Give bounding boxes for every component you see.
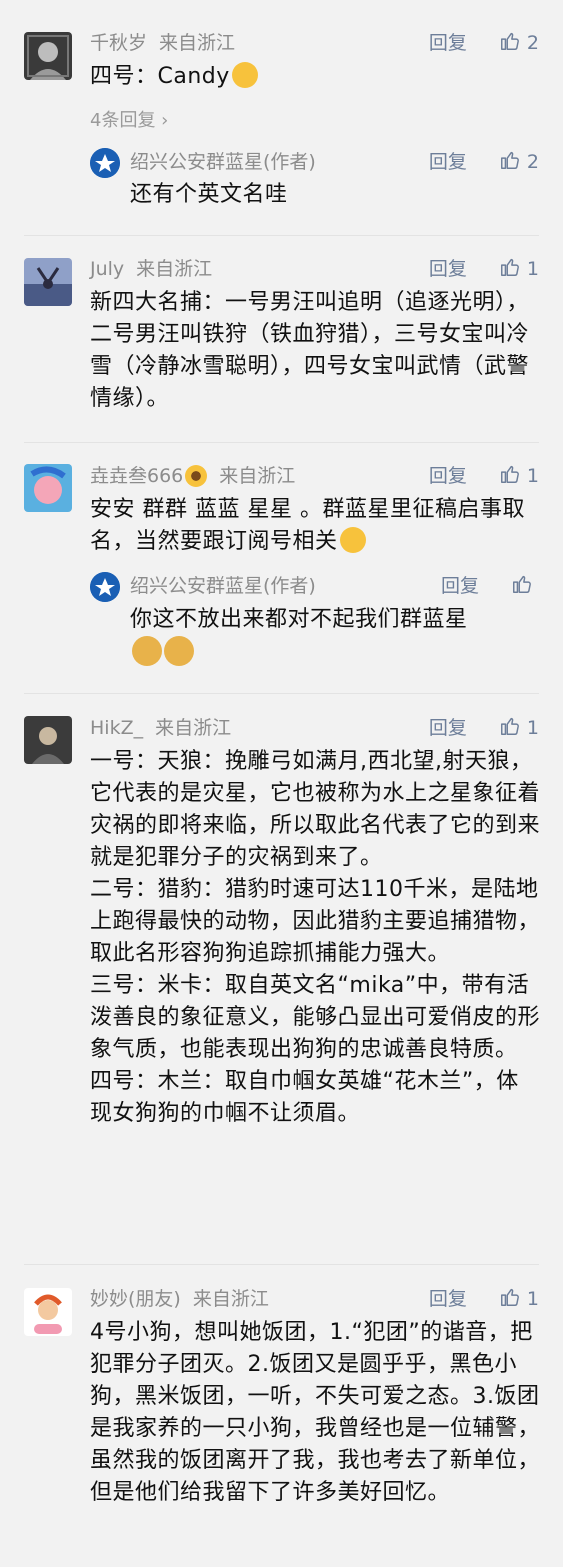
comment-paragraph: 二号：猎豹：猎豹时速可达110千米，是陆地上跑得最快的动物，因此猎豹主要追捕猎物… — [90, 877, 541, 966]
like-icon[interactable] — [499, 256, 521, 286]
reply-button[interactable]: 回复 — [429, 258, 467, 280]
avatar[interactable] — [24, 716, 72, 764]
more-replies-link[interactable]: 4条回复 › — [90, 106, 168, 132]
reply-button[interactable]: 回复 — [429, 717, 467, 739]
comment-meta: HikZ_ 来自浙江 — [90, 714, 231, 742]
reply-button[interactable]: 回复 — [429, 1288, 467, 1310]
reply-actions: 回复 — [441, 572, 539, 600]
reply-author-name[interactable]: 绍兴公安群蓝星(作者) — [130, 148, 316, 176]
reply-button[interactable]: 回复 — [441, 575, 479, 597]
commenter-name[interactable]: 妙妙(朋友) — [90, 1288, 181, 1310]
comment-text: 一号：天狼：挽雕弓如满月,西北望,射天狼，它代表的是灾星，它也被称为水上之星象征… — [90, 746, 540, 1130]
comment-meta: 千秋岁 来自浙江 — [90, 29, 235, 57]
doge-face-icon — [164, 636, 194, 666]
like-icon[interactable] — [499, 149, 521, 179]
comment-actions: 回复 1 — [429, 714, 539, 742]
commenter-name[interactable]: HikZ_ — [90, 717, 143, 739]
author-avatar[interactable] — [90, 148, 120, 178]
location-label: 来自浙江 — [136, 258, 213, 280]
avatar[interactable] — [24, 32, 72, 80]
comment-meta: 妙妙(朋友) 来自浙江 — [90, 1285, 269, 1313]
comment-actions: 回复 2 — [429, 29, 539, 57]
comment-actions: 回复 1 — [429, 462, 539, 490]
comment-text: 四号：Candy — [90, 61, 540, 93]
location-label: 来自浙江 — [219, 465, 296, 487]
comment-text: 4号小狗，想叫她饭团，1.“犯团”的谐音，把犯罪分子团灭。2.饭团又是圆乎乎，黑… — [90, 1320, 541, 1505]
reply-author-name[interactable]: 绍兴公安群蓝星(作者) — [130, 572, 316, 600]
commenter-name[interactable]: 垚垚叁666 — [90, 465, 183, 487]
location-label: 来自浙江 — [159, 32, 236, 54]
like-count: 1 — [526, 465, 539, 487]
location-label: 来自浙江 — [155, 717, 232, 739]
comment-text: 安安 群群 蓝蓝 星星 。群蓝星里征稿启事取名，当然要跟订阅号相关 — [90, 497, 525, 554]
like-count: 2 — [526, 32, 539, 54]
like-count: 1 — [526, 717, 539, 739]
comment-actions: 回复 1 — [429, 255, 539, 283]
chevron-right-icon: › — [155, 110, 169, 131]
reply-text: 还有个英文名哇 — [130, 182, 288, 207]
like-count: 1 — [526, 258, 539, 280]
sunflower-icon — [185, 465, 208, 487]
comment-meta: 垚垚叁666 来自浙江 — [90, 462, 295, 490]
author-avatar[interactable] — [90, 572, 120, 602]
doge-face-icon — [132, 636, 162, 666]
reply-button[interactable]: 回复 — [429, 32, 467, 54]
comment-text: 新四大名捕：一号男汪叫追明（追逐光明），二号男汪叫铁狩（铁血狩猎），三号女宝叫冷… — [90, 290, 530, 411]
divider — [24, 442, 539, 443]
divider — [24, 693, 539, 694]
like-count: 1 — [526, 1288, 539, 1310]
reply-text: 你这不放出来都对不起我们群蓝星 — [130, 604, 540, 671]
comment-paragraph: 四号：木兰：取自巾帼女英雄“花木兰”，体现女狗狗的巾帼不让须眉。 — [90, 1069, 519, 1126]
like-icon[interactable] — [499, 715, 521, 745]
comment-paragraph: 三号：米卡：取自英文名“mika”中，带有活泼善良的象征意义，能够凸显出可爱俏皮… — [90, 973, 541, 1062]
divider — [24, 235, 539, 236]
location-label: 来自浙江 — [192, 1288, 269, 1310]
reply-actions: 回复 2 — [429, 148, 539, 176]
thinking-face-icon — [231, 62, 258, 88]
commenter-name[interactable]: July — [90, 258, 124, 280]
reply-button[interactable]: 回复 — [429, 151, 467, 173]
comment-meta: July 来自浙江 — [90, 255, 212, 283]
grinning-face-icon — [339, 527, 366, 553]
comment-actions: 回复 1 — [429, 1285, 539, 1313]
avatar[interactable] — [24, 258, 72, 306]
comment-paragraph: 一号：天狼：挽雕弓如满月,西北望,射天狼，它代表的是灾星，它也被称为水上之星象征… — [90, 749, 541, 870]
like-icon[interactable] — [499, 30, 521, 60]
like-icon[interactable] — [499, 463, 521, 493]
like-count: 2 — [526, 151, 539, 173]
reply-button[interactable]: 回复 — [429, 465, 467, 487]
like-icon[interactable] — [511, 573, 533, 603]
commenter-name[interactable]: 千秋岁 — [90, 32, 147, 54]
divider — [24, 1264, 539, 1265]
like-icon[interactable] — [499, 1286, 521, 1316]
avatar[interactable] — [24, 464, 72, 512]
avatar[interactable] — [24, 1288, 72, 1336]
